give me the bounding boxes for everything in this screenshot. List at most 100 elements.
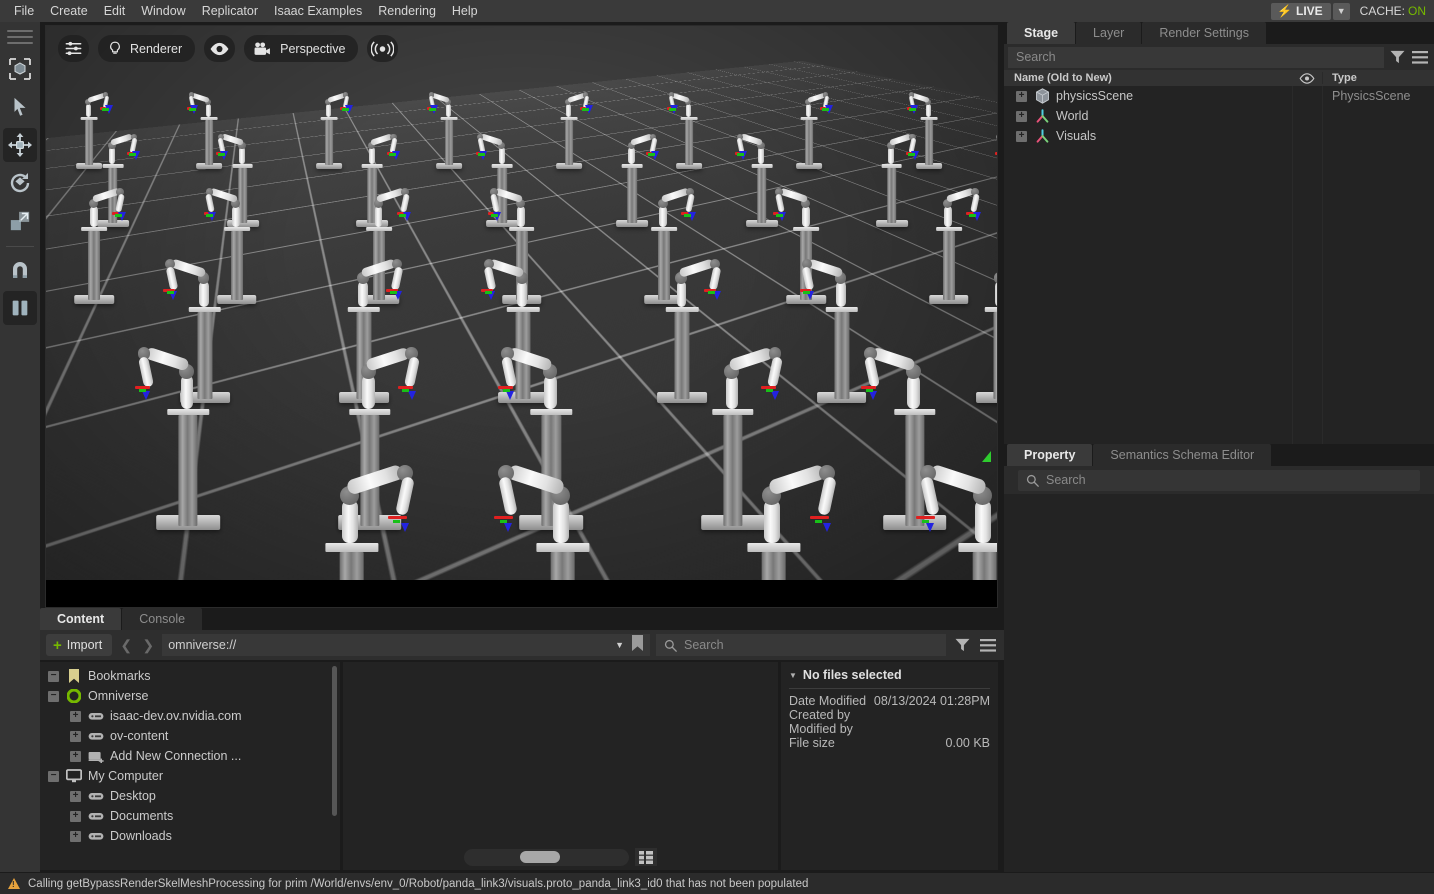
robot-arm-instance[interactable] <box>295 476 409 580</box>
stage-row-visibility-toggle[interactable] <box>1292 106 1322 126</box>
tab-render-settings[interactable]: Render Settings <box>1142 22 1266 44</box>
robot-arm-instance[interactable] <box>740 138 784 223</box>
collapse-icon[interactable]: − <box>48 771 59 782</box>
expand-icon[interactable]: + <box>1016 91 1027 102</box>
content-tree-scrollbar[interactable] <box>332 666 337 816</box>
collapse-icon[interactable]: − <box>48 691 59 702</box>
robot-arm-instance[interactable] <box>311 96 347 165</box>
content-tree[interactable]: −Bookmarks−Omniverse+isaac-dev.ov.nvidia… <box>40 662 340 870</box>
content-tree-item[interactable]: +Desktop <box>40 786 340 806</box>
camera-selector-button[interactable]: Perspective <box>244 35 358 62</box>
tab-property[interactable]: Property <box>1007 444 1092 466</box>
menu-item-create[interactable]: Create <box>42 0 96 22</box>
import-button[interactable]: + Import <box>46 634 112 656</box>
live-toggle-button[interactable]: ⚡ LIVE <box>1271 3 1331 20</box>
move-tool-button[interactable] <box>3 128 37 162</box>
expand-icon[interactable]: + <box>70 791 81 802</box>
content-search-input[interactable]: Search <box>656 634 946 656</box>
robot-arm-instance[interactable] <box>551 96 587 165</box>
collapse-icon[interactable]: − <box>48 671 59 682</box>
content-file-grid[interactable] <box>343 662 778 870</box>
menu-item-rendering[interactable]: Rendering <box>370 0 444 22</box>
viewport-3d[interactable]: Renderer <box>45 25 998 608</box>
viewport-settings-button[interactable] <box>58 35 89 62</box>
column-header-type[interactable]: Type <box>1322 72 1434 84</box>
robot-arm-instance[interactable] <box>431 96 467 165</box>
robot-arm-instance[interactable] <box>928 476 998 580</box>
robot-arm-instance[interactable] <box>966 266 997 399</box>
property-search-input[interactable]: Search <box>1018 470 1420 491</box>
content-options-button[interactable] <box>978 634 998 656</box>
stage-tree[interactable]: +physicsScenePhysicsScene +World +Visuals <box>1004 86 1434 444</box>
play-pause-tool-button[interactable] <box>3 291 37 325</box>
viewport-scene[interactable] <box>46 26 997 580</box>
stage-row-name-cell[interactable]: +physicsScene <box>1004 88 1292 104</box>
menu-item-help[interactable]: Help <box>444 0 486 22</box>
robot-arm-instance[interactable] <box>807 266 877 399</box>
bookmark-icon[interactable] <box>631 635 644 655</box>
expand-icon[interactable]: + <box>70 811 81 822</box>
menu-item-window[interactable]: Window <box>133 0 193 22</box>
tab-layer[interactable]: Layer <box>1076 22 1141 44</box>
select-arrow-tool-button[interactable] <box>3 90 37 124</box>
content-tree-item[interactable]: −Bookmarks <box>40 666 340 686</box>
column-header-visibility[interactable] <box>1292 73 1322 84</box>
menu-item-edit[interactable]: Edit <box>96 0 134 22</box>
select-bound-box-tool-button[interactable] <box>3 52 37 86</box>
snap-magnet-tool-button[interactable] <box>3 253 37 287</box>
rotate-tool-button[interactable] <box>3 166 37 200</box>
stage-tree-row[interactable]: +physicsScenePhysicsScene <box>1004 86 1434 106</box>
stage-row-name-cell[interactable]: +Visuals <box>1004 128 1292 144</box>
stage-search-input[interactable]: Search <box>1008 47 1384 68</box>
robot-arm-instance[interactable] <box>671 96 707 165</box>
path-input[interactable]: omniverse:// ▼ <box>162 634 650 656</box>
robot-arm-instance[interactable] <box>717 476 831 580</box>
thumbnail-size-slider-thumb[interactable] <box>520 851 560 863</box>
toolbar-drag-handle[interactable] <box>7 30 33 44</box>
property-content-area[interactable] <box>1004 494 1434 872</box>
file-details-header[interactable]: ▼ No files selected <box>789 668 990 688</box>
thumbnail-size-slider[interactable] <box>464 849 629 866</box>
viewport-visibility-button[interactable] <box>204 35 235 62</box>
robot-arm-instance[interactable] <box>870 138 914 223</box>
content-tree-item[interactable]: −Omniverse <box>40 686 340 706</box>
expand-icon[interactable]: + <box>70 731 81 742</box>
column-header-name[interactable]: Name (Old to New) <box>1004 72 1292 84</box>
stage-row-name-cell[interactable]: +World <box>1004 108 1292 124</box>
content-tree-item[interactable]: +isaac-dev.ov.nvidia.com <box>40 706 340 726</box>
nav-back-button[interactable]: ❮ <box>118 637 134 654</box>
expand-icon[interactable]: + <box>1016 131 1027 142</box>
robot-arm-instance[interactable] <box>144 356 233 526</box>
content-filter-button[interactable] <box>952 634 972 656</box>
content-tree-item[interactable]: +Documents <box>40 806 340 826</box>
tab-semantics-schema-editor[interactable]: Semantics Schema Editor <box>1093 444 1271 466</box>
tab-stage[interactable]: Stage <box>1007 22 1075 44</box>
expand-icon[interactable]: + <box>1016 111 1027 122</box>
stage-tree-row[interactable]: +Visuals <box>1004 126 1434 146</box>
expand-icon[interactable]: + <box>70 751 81 762</box>
robot-arm-instance[interactable] <box>67 194 122 300</box>
caret-down-icon[interactable]: ▼ <box>615 640 624 650</box>
stage-row-visibility-toggle[interactable] <box>1292 86 1322 106</box>
content-tree-item[interactable]: +Downloads <box>40 826 340 846</box>
content-tree-item[interactable]: −My Computer <box>40 766 340 786</box>
robot-arm-instance[interactable] <box>506 476 620 580</box>
expand-icon[interactable]: + <box>70 711 81 722</box>
live-dropdown-button[interactable]: ▼ <box>1333 3 1350 20</box>
robot-arm-instance[interactable] <box>791 96 827 165</box>
renderer-selector-button[interactable]: Renderer <box>98 35 195 62</box>
nav-forward-button[interactable]: ❯ <box>140 637 156 654</box>
tab-content[interactable]: Content <box>40 608 121 630</box>
menu-item-isaac-examples[interactable]: Isaac Examples <box>266 0 370 22</box>
menu-item-file[interactable]: File <box>6 0 42 22</box>
content-tree-item[interactable]: +Add New Connection ... <box>40 746 340 766</box>
stage-filter-button[interactable] <box>1387 46 1407 68</box>
menu-item-replicator[interactable]: Replicator <box>194 0 266 22</box>
grid-view-toggle-button[interactable] <box>635 848 657 866</box>
scale-tool-button[interactable] <box>3 204 37 238</box>
viewport-audio-button[interactable] <box>367 35 398 62</box>
content-tree-item[interactable]: +ov-content <box>40 726 340 746</box>
stage-options-button[interactable] <box>1410 46 1430 68</box>
stage-row-visibility-toggle[interactable] <box>1292 126 1322 146</box>
tab-console[interactable]: Console <box>122 608 202 630</box>
